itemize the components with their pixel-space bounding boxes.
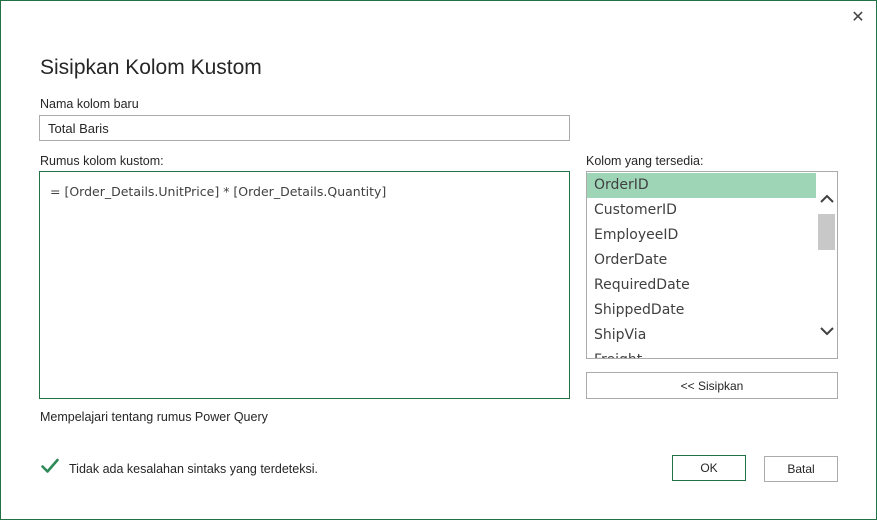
column-item-customerid[interactable]: CustomerID	[587, 198, 817, 223]
scroll-thumb[interactable]	[818, 214, 835, 250]
available-columns-list[interactable]: OrderID CustomerID EmployeeID OrderDate …	[586, 171, 838, 359]
column-item-shippeddate[interactable]: ShippedDate	[587, 298, 817, 323]
column-item-shipvia[interactable]: ShipVia	[587, 323, 817, 348]
chevron-up-icon[interactable]	[816, 190, 837, 208]
available-columns-label: Kolom yang tersedia:	[586, 154, 704, 168]
ok-button[interactable]: OK	[672, 455, 746, 481]
column-item-orderid[interactable]: OrderID	[587, 173, 817, 198]
formula-label: Rumus kolom kustom:	[40, 154, 164, 168]
new-column-name-label: Nama kolom baru	[40, 97, 139, 111]
column-item-freight[interactable]: Freight	[587, 348, 817, 358]
checkmark-icon	[41, 458, 59, 479]
new-column-name-input[interactable]	[39, 115, 570, 141]
syntax-status: Tidak ada kesalahan sintaks yang terdete…	[41, 458, 318, 479]
column-item-employeeid[interactable]: EmployeeID	[587, 223, 817, 248]
formula-text[interactable]: = [Order_Details.UnitPrice] * [Order_Det…	[50, 184, 386, 199]
list-scrollbar[interactable]	[816, 172, 837, 358]
cancel-button[interactable]: Batal	[764, 456, 838, 482]
status-text: Tidak ada kesalahan sintaks yang terdete…	[69, 461, 318, 476]
chevron-down-icon[interactable]	[816, 322, 837, 340]
insert-column-button[interactable]: << Sisipkan	[586, 372, 838, 399]
custom-column-dialog: ✕ Sisipkan Kolom Kustom Nama kolom baru …	[0, 0, 877, 520]
learn-formulas-link[interactable]: Mempelajari tentang rumus Power Query	[40, 410, 268, 424]
column-item-requireddate[interactable]: RequiredDate	[587, 273, 817, 298]
formula-editor[interactable]: = [Order_Details.UnitPrice] * [Order_Det…	[39, 171, 570, 399]
column-items: OrderID CustomerID EmployeeID OrderDate …	[587, 173, 817, 358]
column-item-orderdate[interactable]: OrderDate	[587, 248, 817, 273]
dialog-title: Sisipkan Kolom Kustom	[40, 56, 262, 79]
close-icon[interactable]: ✕	[847, 7, 869, 29]
